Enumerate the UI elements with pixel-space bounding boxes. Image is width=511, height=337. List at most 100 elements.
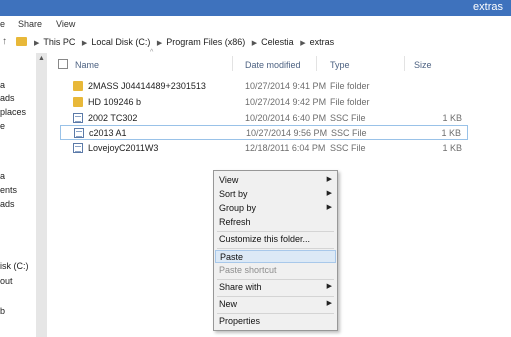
- file-type: File folder: [330, 81, 370, 91]
- menu-separator: [217, 231, 334, 232]
- up-arrow-icon[interactable]: ↑: [2, 36, 7, 47]
- column-divider[interactable]: [404, 56, 405, 71]
- chevron-right-icon[interactable]: ▶: [34, 40, 39, 47]
- document-icon: [73, 143, 83, 153]
- menu-item-label: Share with: [219, 282, 262, 292]
- file-row[interactable]: HD 109246 b 10/27/2014 9:42 PM File fold…: [60, 95, 468, 110]
- chevron-right-icon[interactable]: ▶: [252, 40, 257, 47]
- nav-item[interactable]: a: [0, 80, 5, 90]
- submenu-arrow-icon: ▶: [326, 190, 332, 197]
- crumb-this-pc[interactable]: This PC: [43, 37, 75, 47]
- file-date: 10/27/2014 9:42 PM: [245, 97, 327, 107]
- file-name: c2013 A1: [89, 128, 127, 138]
- chevron-right-icon[interactable]: ▶: [157, 40, 162, 47]
- menu-separator: [217, 313, 334, 314]
- file-date: 12/18/2011 6:04 PM: [245, 143, 326, 153]
- column-type[interactable]: Type: [330, 60, 350, 70]
- nav-item[interactable]: places: [0, 107, 26, 117]
- context-menu: View ▶ Sort by ▶ Group by ▶ Refresh Cust…: [213, 170, 338, 331]
- nav-item[interactable]: ents: [0, 185, 17, 195]
- chevron-right-icon[interactable]: ▶: [300, 40, 305, 47]
- menu-item-view[interactable]: View ▶: [215, 174, 336, 187]
- crumb-program-files[interactable]: Program Files (x86): [166, 37, 245, 47]
- file-row[interactable]: 2MASS J04414489+2301513 10/27/2014 9:41 …: [60, 79, 468, 94]
- menu-separator: [217, 248, 334, 249]
- menu-separator: [217, 279, 334, 280]
- file-date: 10/27/2014 9:41 PM: [245, 81, 327, 91]
- tab-view[interactable]: View: [56, 19, 75, 29]
- file-row[interactable]: 2002 TC302 10/20/2014 6:40 PM SSC File 1…: [60, 111, 468, 126]
- menu-item-label: New: [219, 299, 238, 309]
- menu-item-label: Customize this folder...: [219, 234, 311, 244]
- nav-item[interactable]: out: [0, 276, 13, 286]
- file-size: 1 KB: [441, 128, 461, 138]
- menu-item-label: Sort by: [219, 189, 248, 199]
- file-type: SSC File: [330, 113, 366, 123]
- menu-item-group-by[interactable]: Group by ▶: [215, 202, 336, 215]
- select-all-checkbox[interactable]: [58, 59, 68, 69]
- submenu-arrow-icon: ▶: [326, 176, 332, 183]
- file-name: HD 109246 b: [88, 97, 142, 107]
- file-name: LovejoyC2011W3: [88, 143, 159, 153]
- submenu-arrow-icon: ▶: [326, 300, 332, 307]
- nav-item[interactable]: b: [0, 306, 5, 316]
- tab-share[interactable]: Share: [18, 19, 42, 29]
- crumb-local-disk[interactable]: Local Disk (C:): [91, 37, 150, 47]
- crumb-extras[interactable]: extras: [310, 37, 335, 47]
- nav-item[interactable]: a: [0, 171, 5, 181]
- menu-item-share-with[interactable]: Share with ▶: [215, 281, 336, 294]
- nav-item[interactable]: ads: [0, 199, 15, 209]
- menu-item-label: Paste: [220, 252, 244, 262]
- navigation-pane: a ads places e a ents ads isk (C:) out b: [0, 53, 34, 337]
- column-date-modified[interactable]: Date modified: [245, 60, 301, 70]
- column-divider[interactable]: [232, 56, 233, 71]
- submenu-arrow-icon: ▶: [326, 283, 332, 290]
- file-size: 1 KB: [442, 113, 462, 123]
- document-icon: [73, 113, 83, 123]
- title-bar: extras: [0, 0, 511, 16]
- menu-item-new[interactable]: New ▶: [215, 298, 336, 311]
- file-date: 10/20/2014 6:40 PM: [245, 113, 327, 123]
- sort-arrow-icon: ^: [150, 49, 154, 56]
- column-size[interactable]: Size: [414, 60, 432, 70]
- menu-item-paste-shortcut[interactable]: Paste shortcut: [215, 264, 336, 277]
- submenu-arrow-icon: ▶: [326, 204, 332, 211]
- file-date: 10/27/2014 9:56 PM: [246, 128, 328, 138]
- file-type: SSC File: [330, 143, 366, 153]
- menu-item-label: Paste shortcut: [219, 265, 277, 275]
- folder-icon: [73, 81, 83, 91]
- crumb-celestia[interactable]: Celestia: [261, 37, 294, 47]
- tab-file[interactable]: e: [0, 19, 5, 29]
- column-divider[interactable]: [316, 56, 317, 71]
- address-bar[interactable]: ↑ ▶ This PC ▶ Local Disk (C:) ▶ Program Fil…: [0, 32, 511, 53]
- column-header-row: ^ Name Date modified Type Size: [50, 49, 511, 75]
- file-name: 2MASS J04414489+2301513: [88, 81, 206, 91]
- window-title: extras: [473, 1, 503, 13]
- column-name[interactable]: Name: [75, 60, 99, 70]
- menu-item-label: Properties: [219, 316, 261, 326]
- menu-item-label: Refresh: [219, 217, 251, 227]
- menu-item-sort-by[interactable]: Sort by ▶: [215, 188, 336, 201]
- nav-item[interactable]: e: [0, 121, 5, 131]
- file-row[interactable]: LovejoyC2011W3 12/18/2011 6:04 PM SSC Fi…: [60, 141, 468, 156]
- folder-icon: [16, 37, 27, 46]
- file-type: SSC File: [331, 128, 367, 138]
- document-icon: [74, 128, 84, 138]
- nav-item[interactable]: ads: [0, 93, 15, 103]
- chevron-right-icon[interactable]: ▶: [82, 40, 87, 47]
- file-size: 1 KB: [442, 143, 462, 153]
- menu-item-refresh[interactable]: Refresh: [215, 216, 336, 229]
- menu-item-properties[interactable]: Properties: [215, 315, 336, 328]
- scroll-up-icon[interactable]: ▲: [38, 55, 45, 62]
- breadcrumb: ▶ This PC ▶ Local Disk (C:) ▶ Program Files…: [30, 37, 334, 47]
- nav-item[interactable]: isk (C:): [0, 261, 29, 271]
- file-name: 2002 TC302: [88, 113, 138, 123]
- menu-item-label: View: [219, 175, 239, 185]
- menu-item-customize-folder[interactable]: Customize this folder...: [215, 233, 336, 246]
- menu-separator: [217, 296, 334, 297]
- ribbon-tabs: e Share View: [0, 16, 511, 32]
- menu-item-label: Group by: [219, 203, 257, 213]
- nav-scrollbar[interactable]: ▲: [36, 53, 47, 337]
- menu-item-paste[interactable]: Paste: [215, 250, 336, 263]
- file-row-selected[interactable]: c2013 A1 10/27/2014 9:56 PM SSC File 1 K…: [60, 125, 468, 140]
